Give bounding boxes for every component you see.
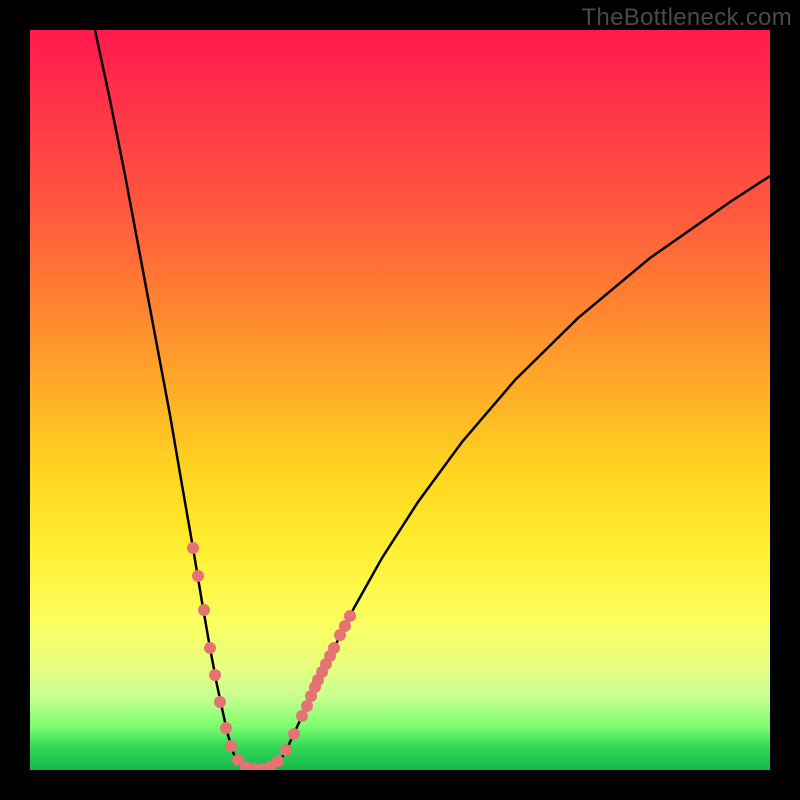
data-point-marker	[256, 763, 268, 770]
data-point-marker	[339, 620, 351, 632]
data-point-marker	[305, 690, 317, 702]
data-point-marker	[264, 761, 276, 770]
data-point-marker	[296, 710, 308, 722]
curve-svg	[30, 30, 770, 770]
data-point-marker	[328, 642, 340, 654]
data-point-marker	[312, 674, 324, 686]
data-point-marker	[324, 650, 336, 662]
data-point-marker	[280, 744, 292, 756]
data-point-marker	[301, 700, 313, 712]
data-point-marker	[272, 755, 284, 767]
data-point-marker	[225, 740, 237, 752]
data-point-markers	[187, 542, 356, 770]
data-point-marker	[309, 681, 321, 693]
data-point-marker	[192, 570, 204, 582]
plot-area	[30, 30, 770, 770]
data-point-marker	[232, 754, 244, 766]
data-point-marker	[334, 629, 346, 641]
data-point-marker	[214, 696, 226, 708]
data-point-marker	[220, 722, 232, 734]
curve-right	[278, 176, 770, 764]
data-point-marker	[288, 728, 300, 740]
data-point-marker	[316, 666, 328, 678]
data-point-marker	[240, 761, 252, 770]
data-point-marker	[248, 763, 260, 770]
data-point-marker	[320, 658, 332, 670]
data-point-marker	[187, 542, 199, 554]
curve-path-group	[95, 30, 770, 769]
curve-left	[95, 30, 238, 764]
data-point-marker	[344, 610, 356, 622]
valley-floor	[238, 764, 278, 769]
watermark-text: TheBottleneck.com	[581, 4, 792, 32]
data-point-marker	[198, 604, 210, 616]
chart-container: TheBottleneck.com	[0, 0, 800, 800]
data-point-marker	[204, 642, 216, 654]
data-point-marker	[209, 669, 221, 681]
